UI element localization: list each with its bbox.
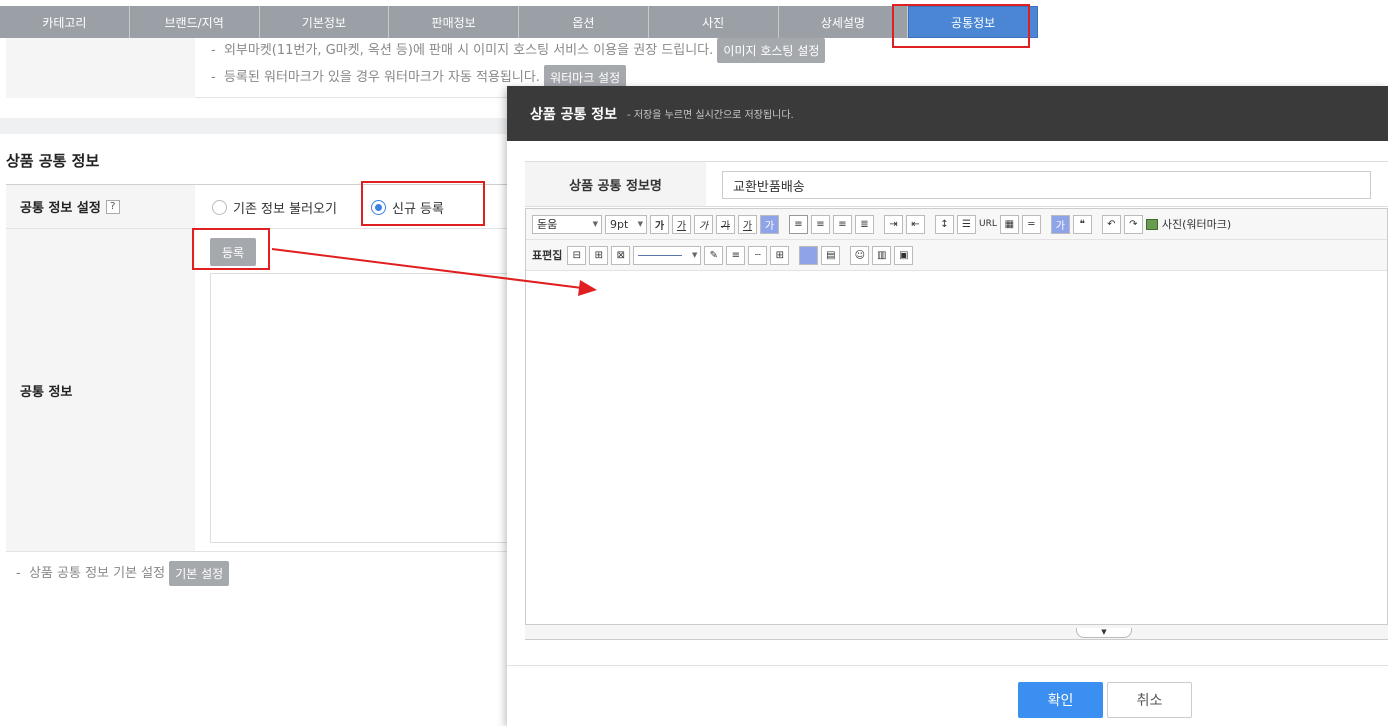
special-char-icon[interactable]: 가: [1050, 214, 1070, 234]
notice-hosting-text: 외부마켓(11번가, G마켓, 옥션 등)에 판매 시 이미지 호스팅 서비스 …: [223, 43, 714, 58]
chevron-down-icon: ▼: [691, 250, 698, 259]
align-justify-icon[interactable]: ≣: [855, 214, 874, 234]
horizontal-rule-icon[interactable]: ═: [1021, 214, 1041, 234]
bold-icon[interactable]: 가: [650, 214, 669, 234]
editor-toolbar-format: 돋움 ▼ 9pt ▼ 가 가 가 가 가 가 ≡ ≡ ≡ ≣ ⇥ ⇤ ↕ ☰ URL…: [526, 209, 1387, 240]
notice-label-cell: [6, 38, 195, 98]
border-color-icon[interactable]: ✎: [704, 245, 724, 265]
insert-photo-label: 사진(워터마크): [1161, 218, 1232, 231]
line-style-icon: [638, 254, 683, 256]
cell-merge-icon[interactable]: ▤: [821, 245, 841, 265]
align-center-icon[interactable]: ≡: [811, 214, 830, 234]
url-link-icon[interactable]: URL: [979, 219, 997, 229]
info-name-label: 상품 공통 정보명: [525, 162, 706, 206]
common-info-modal: 상품 공통 정보 - 저장을 누르면 실시간으로 저장됩니다. 상품 공통 정보…: [507, 86, 1388, 726]
insert-photo-button[interactable]: 사진(워터마크): [1145, 216, 1232, 232]
gradient-icon[interactable]: ▥: [872, 245, 892, 265]
basic-settings-note: - 상품 공통 정보 기본 설정 기본 설정: [16, 561, 230, 586]
common-info-setting-label: 공통 정보 설정: [20, 201, 101, 216]
insert-column-icon[interactable]: ⊞: [589, 245, 609, 265]
modal-title: 상품 공통 정보: [530, 106, 618, 123]
outdent-icon[interactable]: ⇤: [906, 214, 925, 234]
save-template-icon[interactable]: ▣: [894, 245, 914, 265]
insert-row-icon[interactable]: ⊟: [567, 245, 587, 265]
radio-load-existing[interactable]: 기존 정보 불러오기: [212, 198, 337, 217]
highlight-common-info-tab: [892, 4, 1030, 48]
info-name-row: 상품 공통 정보명: [525, 161, 1388, 207]
tab-bar: 카테고리 브랜드/지역 기본정보 판매정보 옵션 사진 상세설명 공통정보: [0, 6, 1038, 38]
modal-subtitle: - 저장을 누르면 실시간으로 저장됩니다.: [627, 110, 794, 121]
editor-resize-bar: ▼: [525, 624, 1388, 640]
section-title: 상품 공통 정보: [6, 152, 100, 170]
radio-circle-icon: [212, 200, 227, 215]
section-divider: [0, 118, 508, 134]
modal-header: 상품 공통 정보 - 저장을 누르면 실시간으로 저장됩니다.: [507, 86, 1388, 141]
basic-settings-note-text: 상품 공통 정보 기본 설정: [28, 566, 166, 581]
align-right-icon[interactable]: ≡: [833, 214, 852, 234]
highlight-new-register-radio: [361, 181, 485, 226]
underline-icon[interactable]: 가: [672, 214, 691, 234]
notice-area: - 외부마켓(11번가, G마켓, 옥션 등)에 판매 시 이미지 호스팅 서비…: [6, 38, 826, 98]
font-family-value: 돋움: [537, 218, 558, 231]
modal-footer: 확인 취소: [507, 665, 1388, 726]
cell-border-icon[interactable]: ⊞: [770, 245, 790, 265]
table-icon[interactable]: ▦: [999, 214, 1019, 234]
emoticon-icon[interactable]: ☺: [850, 245, 870, 265]
font-color-icon[interactable]: 가: [738, 214, 757, 234]
highlight-register-button: [192, 228, 270, 270]
table-edit-label: 표편집: [532, 249, 563, 262]
chevron-down-icon: ▼: [637, 219, 643, 228]
radio-load-existing-label: 기존 정보 불러오기: [233, 202, 337, 217]
border-width-icon[interactable]: ≡: [726, 245, 746, 265]
quote-icon[interactable]: ❝: [1072, 214, 1092, 234]
common-info-setting-header: 공통 정보 설정 ?: [6, 185, 195, 228]
align-left-icon[interactable]: ≡: [789, 214, 808, 234]
background-color-icon[interactable]: 가: [760, 214, 779, 234]
indent-icon[interactable]: ⇥: [884, 214, 903, 234]
photo-icon: [1145, 218, 1158, 230]
notice-watermark-text: 등록된 워터마크가 있을 경우 워터마크가 자동 적용됩니다.: [223, 70, 540, 85]
cell-background-icon[interactable]: [799, 245, 819, 265]
tab-basic-info[interactable]: 기본정보: [260, 6, 390, 38]
font-family-select[interactable]: 돋움 ▼: [532, 214, 602, 234]
border-style-select[interactable]: ▼: [633, 245, 702, 265]
confirm-button[interactable]: 확인: [1018, 682, 1103, 718]
border-dash-icon[interactable]: ┄: [748, 245, 768, 265]
rich-text-editor: 돋움 ▼ 9pt ▼ 가 가 가 가 가 가 ≡ ≡ ≡ ≣ ⇥ ⇤ ↕ ☰ URL…: [525, 208, 1388, 640]
redo-icon[interactable]: ↷: [1123, 214, 1143, 234]
font-size-value: 9pt: [610, 217, 629, 231]
help-icon[interactable]: ?: [105, 199, 120, 214]
notice-line-hosting: - 외부마켓(11번가, G마켓, 옥션 등)에 판매 시 이미지 호스팅 서비…: [211, 38, 826, 63]
line-height-icon[interactable]: ↕: [935, 214, 954, 234]
tab-category[interactable]: 카테고리: [0, 6, 130, 38]
font-size-select[interactable]: 9pt ▼: [605, 214, 647, 234]
chevron-down-icon: ▼: [592, 219, 598, 228]
common-info-content-row: 공통 정보 등록: [6, 229, 508, 552]
editor-toolbar-table: 표편집 ⊟ ⊞ ⊠ ▼ ✎ ≡ ┄ ⊞ ▤ ☺ ▥ ▣: [526, 240, 1387, 271]
common-info-label: 공통 정보: [6, 229, 195, 551]
tab-photos[interactable]: 사진: [649, 6, 779, 38]
tab-detail-description[interactable]: 상세설명: [779, 6, 909, 38]
tab-brand-region[interactable]: 브랜드/지역: [130, 6, 260, 38]
delete-cell-icon[interactable]: ⊠: [611, 245, 631, 265]
info-name-input[interactable]: [722, 171, 1371, 199]
tab-sales-info[interactable]: 판매정보: [389, 6, 519, 38]
strikethrough-icon[interactable]: 가: [716, 214, 735, 234]
italic-icon[interactable]: 가: [694, 214, 713, 234]
common-info-textarea[interactable]: [210, 273, 508, 543]
image-hosting-settings-button[interactable]: 이미지 호스팅 설정: [717, 38, 826, 63]
tab-options[interactable]: 옵션: [519, 6, 649, 38]
cancel-button[interactable]: 취소: [1107, 682, 1192, 718]
undo-icon[interactable]: ↶: [1101, 214, 1121, 234]
resize-grip-icon[interactable]: ▼: [1076, 628, 1132, 638]
list-icon[interactable]: ☰: [957, 214, 976, 234]
basic-settings-button[interactable]: 기본 설정: [169, 561, 230, 586]
